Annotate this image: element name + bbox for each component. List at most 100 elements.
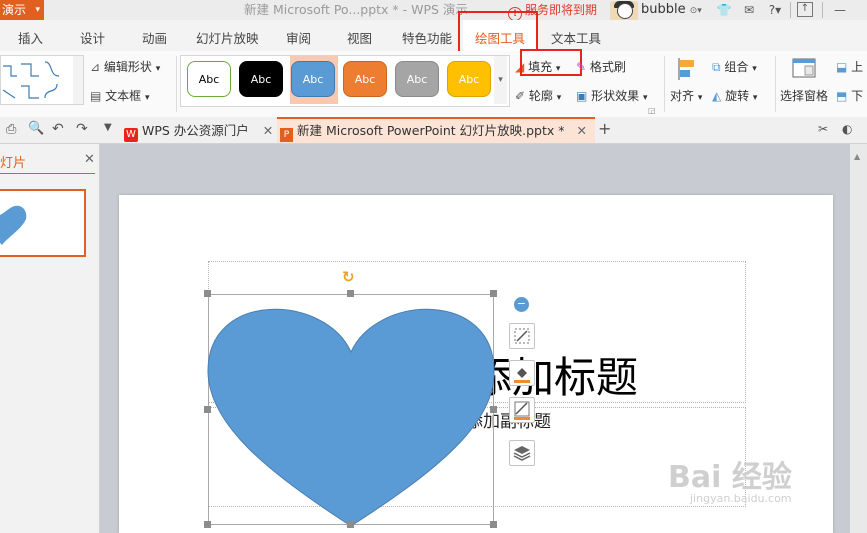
help-icon[interactable]: ?▾	[764, 2, 786, 18]
style-sample[interactable]: Abc	[395, 61, 439, 97]
slides-panel-title: 灯片	[0, 156, 27, 171]
edit-shape-icon: ⊿	[90, 60, 101, 74]
heart-shape[interactable]	[207, 294, 497, 528]
doc-tab-wps-portal[interactable]: W WPS 办公资源门户 ✕	[124, 119, 273, 142]
app-menu-button[interactable]: 演示 ▾	[0, 0, 44, 20]
redo-icon[interactable]: ↷	[76, 121, 88, 137]
shirt-icon[interactable]: 👕	[716, 2, 732, 18]
wps-logo-icon: W	[124, 128, 138, 142]
new-tab-icon[interactable]: +	[598, 119, 611, 138]
rotate-button[interactable]: ◭ 旋转 ▾	[712, 87, 757, 104]
selection-pane-icon	[792, 58, 816, 80]
align-button[interactable]: 对齐 ▾	[670, 87, 702, 104]
send-backward-label: 下	[851, 89, 864, 103]
tab-design[interactable]: 设计	[80, 20, 105, 51]
print-icon[interactable]: ⎙	[6, 122, 16, 137]
close-icon[interactable]: ✕	[576, 123, 586, 138]
edit-shape-icon[interactable]	[509, 323, 535, 349]
style-sample[interactable]: Abc	[187, 61, 231, 97]
tab-slideshow[interactable]: 幻灯片放映	[196, 20, 259, 51]
fill-bucket-icon[interactable]	[509, 360, 535, 386]
resize-handle[interactable]	[490, 521, 497, 528]
gallery-more-icon[interactable]: ▾	[494, 56, 507, 104]
style-sample[interactable]: Abc	[447, 61, 491, 97]
outline-button[interactable]: ✐ 轮廓 ▾	[515, 87, 561, 104]
rotate-handle-icon[interactable]: ↻	[342, 268, 355, 286]
slide-thumbnail[interactable]	[0, 189, 86, 257]
resize-handle[interactable]	[204, 290, 211, 297]
username-text: bubble	[641, 2, 686, 17]
align-label: 对齐	[670, 89, 695, 103]
rotate-label: 旋转	[725, 89, 750, 103]
upload-icon[interactable]: ↑	[797, 2, 813, 17]
group-button[interactable]: ⧉ 组合 ▾	[712, 58, 757, 75]
tab-view[interactable]: 视图	[347, 20, 372, 51]
group-label: 组合	[724, 60, 749, 74]
outline-pen-icon[interactable]	[509, 397, 535, 423]
divider	[176, 56, 177, 112]
divider	[822, 2, 823, 18]
resize-handle[interactable]	[204, 406, 211, 413]
format-painter-button[interactable]: ✎ 格式刷	[576, 58, 626, 75]
undo-icon[interactable]: ↶	[52, 121, 64, 137]
dialog-launcher-icon[interactable]: ◲	[648, 106, 656, 115]
group-icon: ⧉	[712, 60, 721, 74]
highlight-box-fill	[520, 49, 582, 76]
close-icon[interactable]: ✕	[263, 123, 273, 138]
collapse-toolbar-icon[interactable]: −	[514, 297, 529, 312]
style-sample[interactable]: Abc	[343, 61, 387, 97]
minimize-icon[interactable]: —	[832, 2, 848, 18]
resize-handle[interactable]	[347, 521, 354, 528]
watermark-logo: Bai 经验	[668, 460, 792, 495]
chevron-down-icon[interactable]: ▼	[104, 122, 112, 133]
chat-icon[interactable]: ✉	[741, 2, 757, 18]
text-box-icon: ▤	[90, 89, 102, 103]
text-box-label: 文本框	[105, 89, 142, 103]
resize-handle[interactable]	[347, 290, 354, 297]
tab-special-features[interactable]: 特色功能	[402, 20, 452, 51]
shape-effects-label: 形状效果	[591, 89, 640, 103]
send-backward-button[interactable]: ⬒ 下	[836, 87, 863, 104]
selection-pane-button[interactable]: 选择窗格	[780, 87, 828, 104]
avatar[interactable]	[610, 1, 638, 21]
app-menu-label: 演示	[2, 3, 27, 17]
sync-icon[interactable]: ◐	[842, 122, 852, 136]
username[interactable]: bubble ⊙▾	[641, 0, 702, 20]
tab-text-tools[interactable]: 文本工具	[551, 20, 601, 51]
chevron-down-icon: ⊙▾	[689, 6, 702, 16]
doc-tab-label: WPS 办公资源门户	[141, 123, 249, 138]
layers-icon[interactable]	[509, 440, 535, 466]
resize-handle[interactable]	[204, 521, 211, 528]
rotate-icon: ◭	[712, 89, 722, 103]
close-icon[interactable]: ✕	[84, 152, 95, 167]
style-sample[interactable]: Abc	[239, 61, 283, 97]
divider	[664, 56, 665, 112]
doc-tab-active-presentation[interactable]: P 新建 Microsoft PowerPoint 幻灯片放映.pptx * ✕	[277, 117, 595, 143]
brush-icon: ✎	[576, 60, 587, 74]
tab-review[interactable]: 审阅	[286, 20, 311, 51]
edit-shape-button[interactable]: ⊿ 编辑形状 ▾	[90, 58, 160, 75]
bring-forward-label: 上	[851, 60, 864, 74]
bring-forward-button[interactable]: ⬓ 上	[836, 58, 863, 75]
vertical-scrollbar[interactable]: ▲	[850, 144, 867, 533]
outline-icon: ✐	[515, 89, 526, 103]
print-preview-icon[interactable]: 🔍	[28, 121, 44, 136]
window-title: 新建 Microsoft Po...pptx * - WPS 演示	[244, 2, 468, 17]
resize-handle[interactable]	[490, 406, 497, 413]
resize-handle[interactable]	[490, 290, 497, 297]
send-backward-icon: ⬒	[836, 89, 848, 103]
watermark-url: jingyan.baidu.com	[690, 492, 792, 505]
connector-gallery[interactable]	[0, 55, 84, 105]
text-box-button[interactable]: ▤ 文本框 ▾	[90, 87, 150, 104]
tab-insert[interactable]: 插入	[18, 20, 43, 51]
format-painter-label: 格式刷	[589, 60, 626, 74]
divider	[775, 56, 776, 112]
divider	[790, 2, 791, 18]
divider	[0, 173, 95, 174]
align-icon	[678, 58, 698, 80]
tab-animation[interactable]: 动画	[142, 20, 167, 51]
tools-icon[interactable]: ✂	[818, 122, 828, 136]
style-sample[interactable]: Abc	[291, 61, 335, 97]
shape-effects-button[interactable]: ▣ 形状效果 ▾	[576, 87, 648, 104]
doc-tab-label: 新建 Microsoft PowerPoint 幻灯片放映.pptx *	[296, 123, 565, 138]
